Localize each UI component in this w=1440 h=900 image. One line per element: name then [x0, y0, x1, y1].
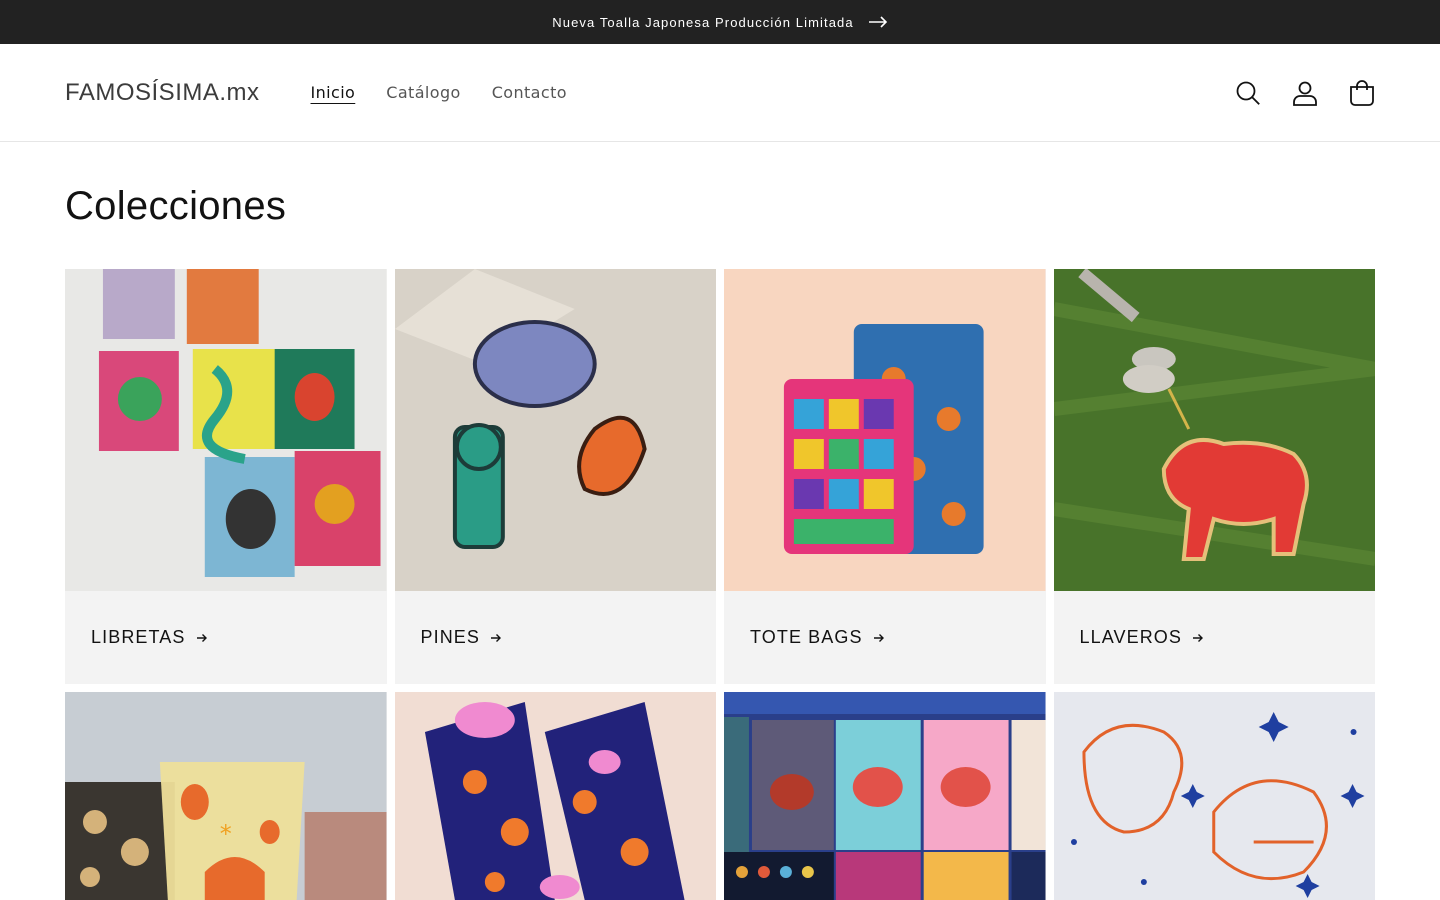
collection-label: LLAVEROS — [1054, 591, 1376, 684]
collection-label: PINES — [395, 591, 717, 684]
tote-bags-photo — [724, 269, 1046, 591]
glass-photo: * — [65, 692, 387, 900]
nav-link-contacto[interactable]: Contacto — [492, 83, 567, 102]
header-icons — [1235, 79, 1375, 106]
collection-title: LLAVEROS — [1079, 627, 1183, 647]
collection-title: TOTE BAGS — [750, 627, 863, 647]
collection-label: TOTE BAGS — [724, 591, 1046, 684]
search-icon[interactable] — [1235, 80, 1261, 106]
notebooks-photo — [65, 269, 387, 591]
main-nav: Inicio Catálogo Contacto — [311, 83, 598, 102]
svg-text:*: * — [220, 820, 232, 848]
collection-card-socks[interactable] — [394, 692, 716, 900]
site-header: FAMOSÍSIMA.mx Inicio Catálogo Contacto — [0, 44, 1440, 142]
collection-card-pines[interactable]: PINES — [394, 269, 717, 684]
socks-photo — [394, 692, 716, 900]
collection-card-cards[interactable] — [724, 692, 1046, 900]
fabric-print-photo — [1053, 692, 1375, 900]
arrow-right-icon — [196, 633, 207, 642]
nav-link-catalogo[interactable]: Catálogo — [386, 83, 460, 102]
cart-icon[interactable] — [1349, 79, 1375, 106]
account-icon[interactable] — [1292, 80, 1318, 106]
arrow-right-icon — [1193, 633, 1204, 642]
collection-card-fabric[interactable] — [1053, 692, 1375, 900]
arrow-right-icon — [491, 633, 502, 642]
collection-label: LIBRETAS — [65, 591, 387, 684]
arrow-right-icon — [873, 633, 884, 642]
site-logo[interactable]: FAMOSÍSIMA.mx — [65, 79, 260, 107]
collection-card-libretas[interactable]: LIBRETAS — [65, 269, 387, 684]
collection-card-glass[interactable]: * — [65, 692, 387, 900]
arrow-right-icon — [868, 16, 887, 28]
collection-title: PINES — [420, 627, 481, 647]
page-title: Colecciones — [65, 184, 287, 228]
nav-link-inicio[interactable]: Inicio — [311, 83, 356, 102]
collection-title: LIBRETAS — [91, 627, 186, 647]
collection-card-llaveros[interactable]: LLAVEROS — [1053, 269, 1376, 684]
announcement-text: Nueva Toalla Japonesa Producción Limitad… — [552, 14, 854, 30]
cards-photo — [724, 692, 1046, 900]
pins-photo — [394, 269, 716, 591]
keychain-photo — [1053, 269, 1375, 591]
collection-card-tote-bags[interactable]: TOTE BAGS — [724, 269, 1046, 684]
collections-grid: LIBRETAS PINES TOTE BAGS LLAVEROS * — [65, 269, 1375, 900]
announcement-bar[interactable]: Nueva Toalla Japonesa Producción Limitad… — [0, 0, 1440, 44]
